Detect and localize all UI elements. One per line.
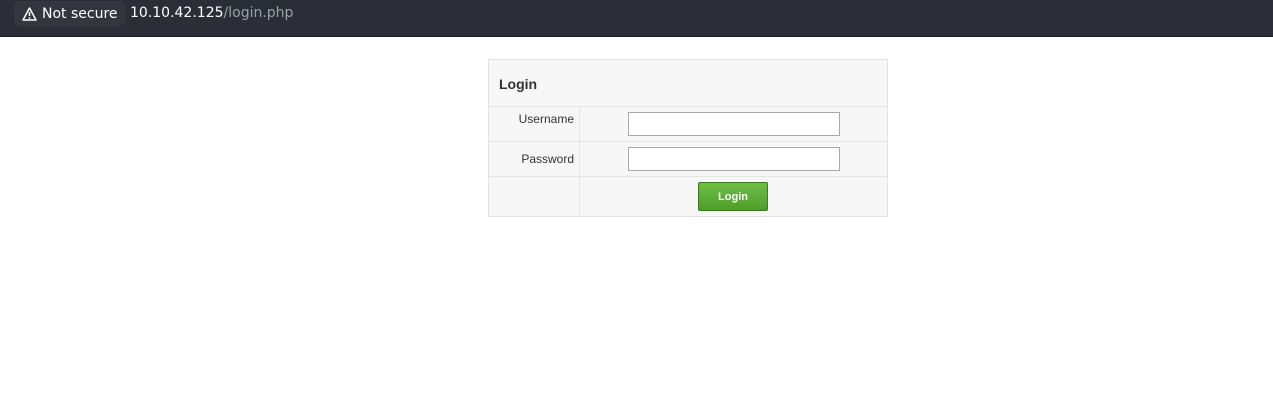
password-input[interactable] bbox=[628, 147, 840, 171]
submit-row: Login bbox=[489, 177, 887, 216]
submit-label-cell bbox=[489, 177, 580, 216]
security-indicator[interactable]: Not secure bbox=[14, 1, 125, 26]
browser-address-bar: Not secure 10.10.42.125/login.php bbox=[0, 0, 1273, 37]
url-host: 10.10.42.125 bbox=[130, 5, 224, 21]
password-row: Password bbox=[489, 142, 887, 177]
url-field[interactable]: 10.10.42.125/login.php bbox=[130, 5, 293, 21]
login-button[interactable]: Login bbox=[698, 182, 768, 211]
warning-triangle-icon bbox=[22, 6, 37, 21]
username-label: Username bbox=[518, 112, 574, 126]
url-path: /login.php bbox=[223, 5, 294, 21]
username-label-cell: Username bbox=[489, 107, 580, 141]
username-row: Username bbox=[489, 107, 887, 142]
login-form: Login Username Password Login bbox=[488, 59, 888, 217]
username-input[interactable] bbox=[628, 112, 840, 136]
password-label: Password bbox=[521, 152, 574, 166]
login-header: Login bbox=[489, 60, 887, 107]
login-title: Login bbox=[499, 76, 538, 92]
password-label-cell: Password bbox=[489, 142, 580, 176]
security-label: Not secure bbox=[42, 5, 118, 22]
